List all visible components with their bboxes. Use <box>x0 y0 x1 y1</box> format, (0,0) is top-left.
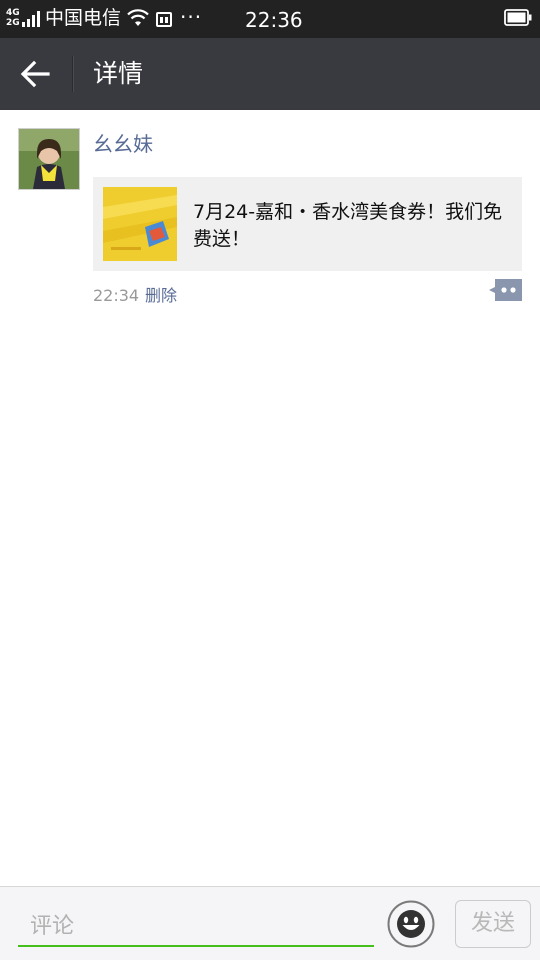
avatar-image <box>19 129 79 189</box>
status-bar: 4G 2G 中国电信 ··· 22:36 <box>0 0 540 38</box>
network-type-bottom: 2G <box>6 18 20 28</box>
network-type-indicator: 4G 2G <box>6 8 20 28</box>
wifi-icon <box>127 9 149 26</box>
status-time: 22:36 <box>245 8 303 32</box>
delete-link[interactable]: 删除 <box>145 286 177 306</box>
title-divider <box>72 56 74 92</box>
signal-icon <box>22 11 40 27</box>
shared-link-thumbnail <box>103 187 177 261</box>
comment-more-icon[interactable] <box>489 279 522 301</box>
thumbnail-image <box>103 187 177 261</box>
send-button[interactable]: 发送 <box>455 900 531 948</box>
emoji-icon[interactable] <box>386 899 436 949</box>
battery-icon <box>504 9 532 26</box>
author-name[interactable]: 幺幺妹 <box>93 130 153 158</box>
network-type-top: 4G <box>6 8 20 18</box>
back-arrow-icon[interactable] <box>18 58 54 90</box>
more-indicator: ··· <box>180 5 203 29</box>
sim-icon <box>156 12 172 27</box>
carrier-name: 中国电信 <box>45 7 122 29</box>
avatar[interactable] <box>18 128 80 190</box>
comment-input-bar: 发送 <box>0 886 540 960</box>
title-bar: 详情 <box>0 38 540 110</box>
shared-link-card[interactable]: 7月24-嘉和・香水湾美食券！我们免费送！ <box>93 177 522 271</box>
post-time: 22:34 <box>93 286 140 305</box>
page-title: 详情 <box>93 59 144 88</box>
shared-link-title: 7月24-嘉和・香水湾美食券！我们免费送！ <box>193 201 503 250</box>
comment-input[interactable] <box>18 907 374 947</box>
